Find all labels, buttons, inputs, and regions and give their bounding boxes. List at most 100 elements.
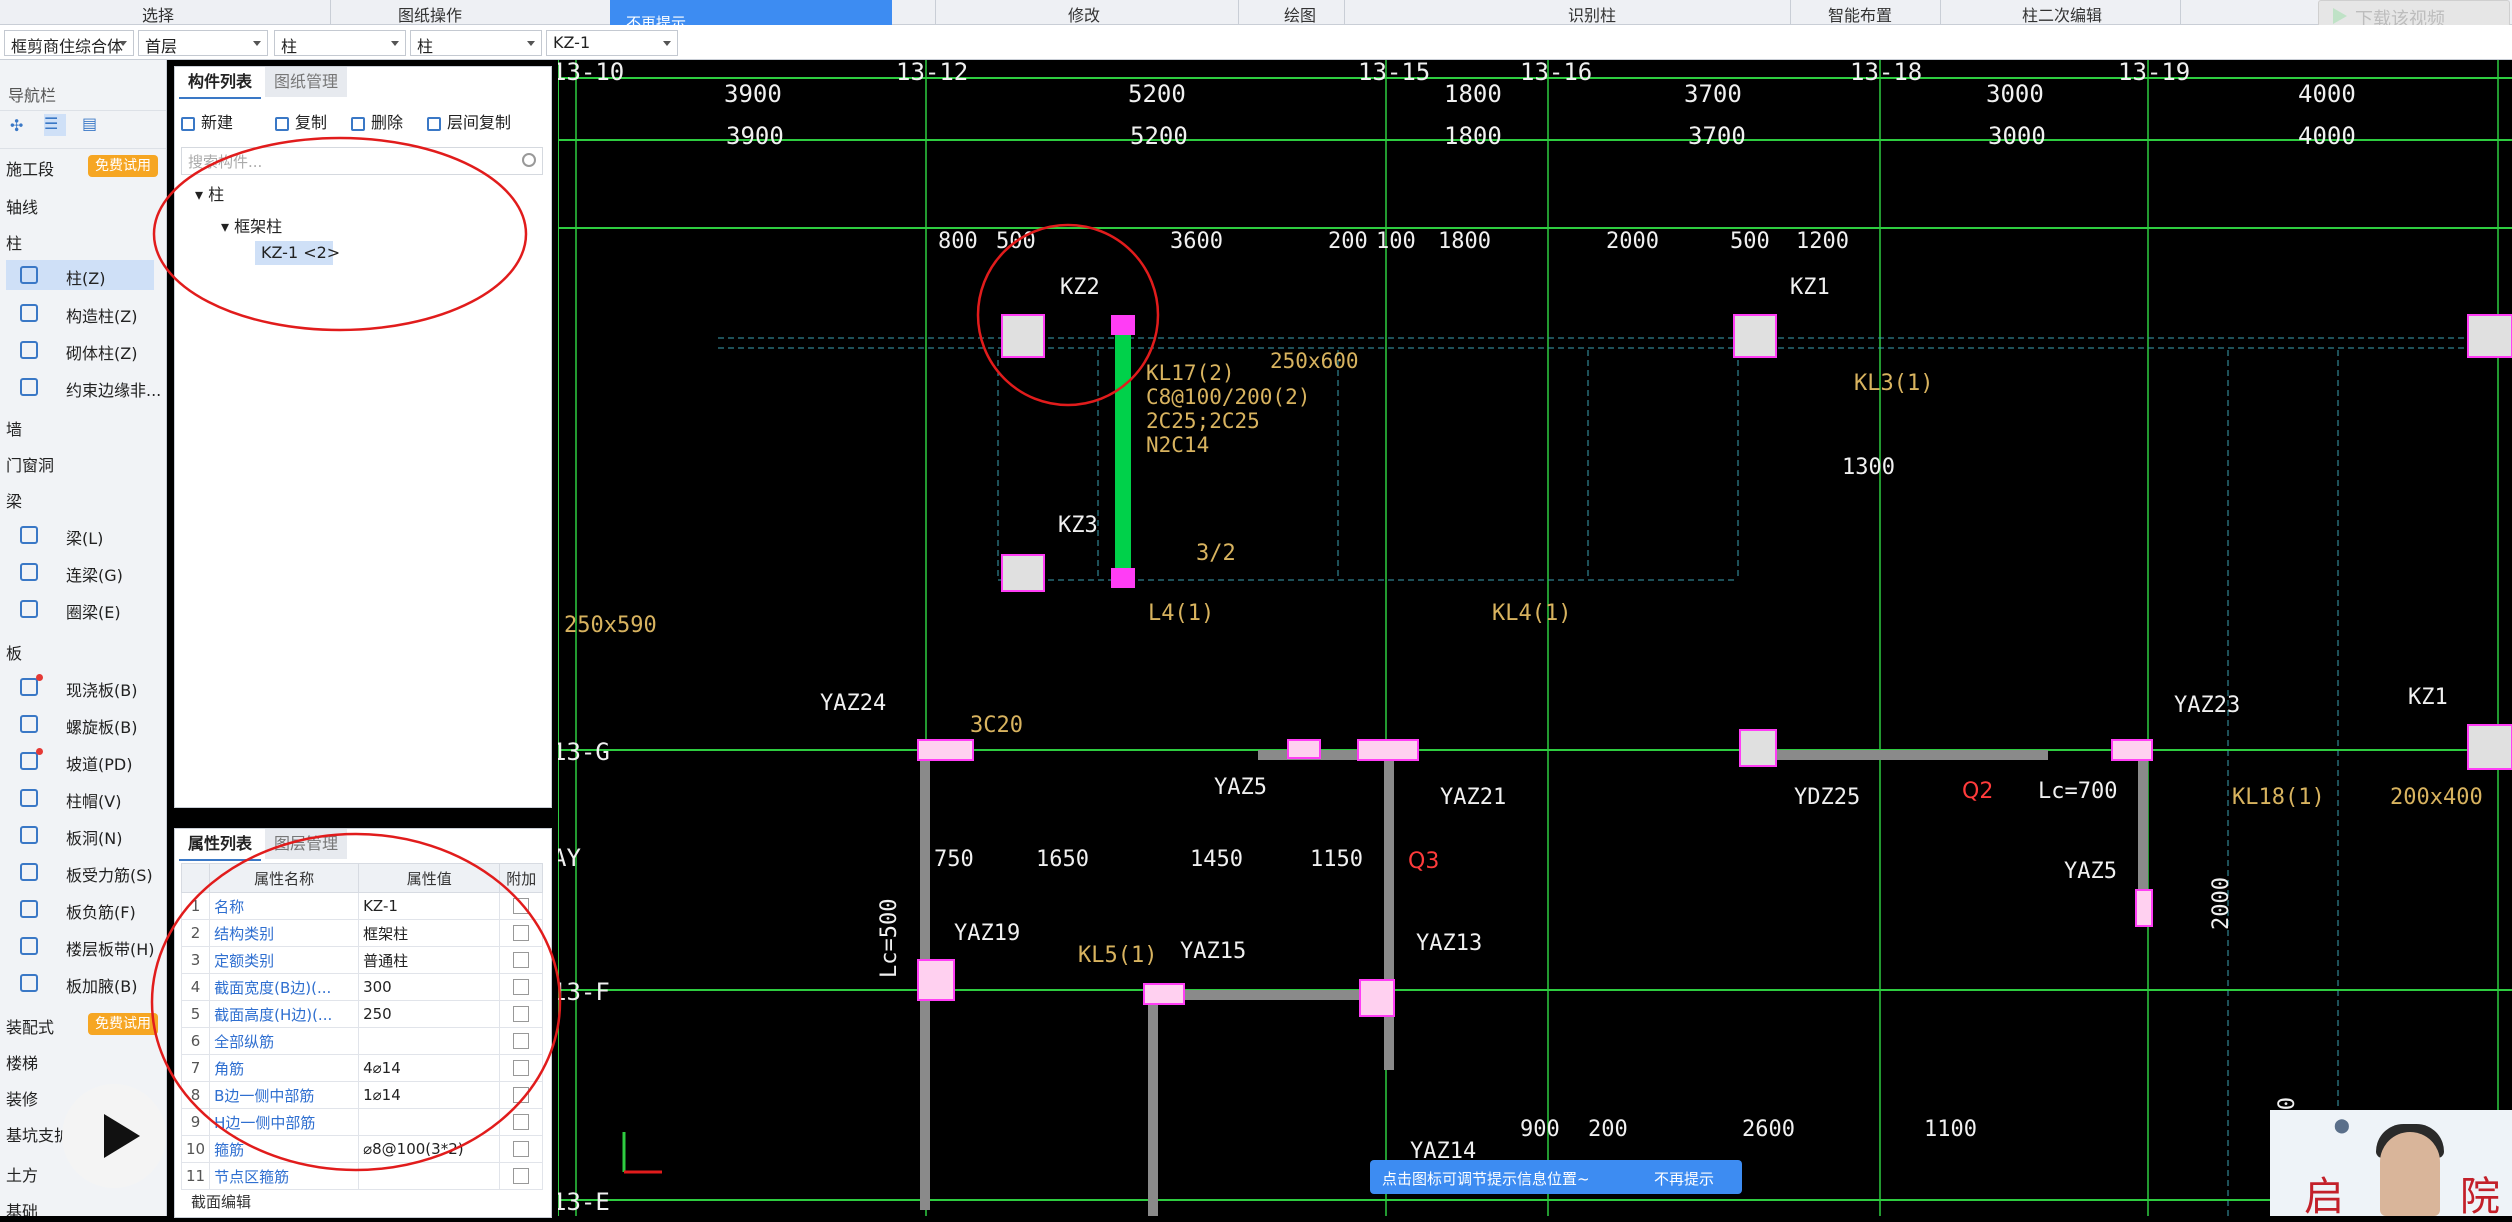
extra-checkbox[interactable]: [499, 1081, 543, 1109]
drawing-canvas[interactable]: 13-10 13-12 13-15 13-16 13-18 13-19 13-G…: [558, 60, 2512, 1216]
ribbon-modify[interactable]: 修改: [1068, 2, 1100, 26]
property-row[interactable]: 10 箍筋 ⌀8@100(3*2): [180, 1135, 543, 1163]
property-value[interactable]: [358, 1027, 501, 1055]
nav-item-constructional-column[interactable]: 构造柱(Z): [6, 298, 154, 328]
extra-checkbox[interactable]: [499, 973, 543, 1001]
nav-item-negative-rebar[interactable]: 板负筋(F): [6, 894, 154, 924]
property-row[interactable]: 8 B边一侧中部筋 1⌀14: [180, 1081, 543, 1109]
nav-item-beam[interactable]: 梁(L): [6, 520, 154, 550]
nav-item-slab-rebar[interactable]: 板受力筋(S): [6, 857, 154, 887]
section-edit-button[interactable]: 截面编辑: [191, 1191, 251, 1212]
detail-view-icon[interactable]: ▤: [82, 114, 97, 133]
nav-item-slab-hole[interactable]: 板洞(N): [6, 820, 154, 850]
property-value[interactable]: 250: [358, 1000, 501, 1028]
nav-cat-pit[interactable]: 基坑支护: [6, 1122, 70, 1146]
cad-drawing[interactable]: 13-10 13-12 13-15 13-16 13-18 13-19 13-G…: [558, 60, 2512, 1216]
column-kz3[interactable]: [1001, 554, 1045, 592]
wall-column[interactable]: [1143, 983, 1185, 1005]
property-value[interactable]: KZ-1: [358, 892, 501, 920]
nav-item-slab-haunch[interactable]: 板加腋(B): [6, 968, 154, 998]
list-view-icon[interactable]: ☰: [44, 114, 66, 136]
wall-column[interactable]: [1287, 739, 1321, 759]
beam-kl17[interactable]: [1115, 322, 1131, 578]
position-tip-banner[interactable]: 点击图标可调节提示信息位置~ 不再提示: [1370, 1160, 1742, 1194]
wall-column[interactable]: [1357, 739, 1419, 761]
tab-property-list[interactable]: 属性列表: [179, 829, 261, 861]
nav-item-edge-member[interactable]: 约束边缘非...: [6, 372, 161, 402]
nav-cat-earthwork[interactable]: 土方: [6, 1162, 38, 1186]
property-row[interactable]: 1 名称 KZ-1: [180, 892, 543, 920]
ribbon-drawing-ops[interactable]: 图纸操作: [398, 2, 462, 26]
floor-select[interactable]: 首层: [138, 30, 268, 56]
nav-cat-door[interactable]: 门窗洞: [6, 452, 54, 476]
extra-checkbox[interactable]: [499, 1054, 543, 1082]
trial-badge[interactable]: 免费试用: [88, 155, 158, 177]
column-kz1[interactable]: [2467, 314, 2512, 358]
wall-column[interactable]: [1359, 979, 1395, 1017]
tree-node-frame-column[interactable]: ▾ 框架柱: [221, 213, 282, 237]
wall-column[interactable]: [917, 739, 974, 761]
column-kz2[interactable]: [1001, 314, 1045, 358]
component-search-input[interactable]: 搜索构件...: [181, 147, 543, 175]
property-row[interactable]: 9 H边一侧中部筋: [180, 1108, 543, 1136]
nav-item-cast-slab[interactable]: 现浇板(B): [6, 672, 154, 702]
nav-cat-segment[interactable]: 施工段: [6, 156, 54, 180]
tab-layer-manage[interactable]: 图层管理: [265, 829, 347, 859]
nav-item-spiral-slab[interactable]: 螺旋板(B): [6, 709, 154, 739]
extra-checkbox[interactable]: [499, 1000, 543, 1028]
category-select[interactable]: 柱: [274, 30, 406, 56]
extra-checkbox[interactable]: [499, 1162, 543, 1190]
floor-copy-button[interactable]: 层间复制: [427, 109, 511, 133]
ribbon-column-edit[interactable]: 柱二次编辑: [2022, 2, 2102, 26]
extra-checkbox[interactable]: [499, 892, 543, 920]
property-value[interactable]: 1⌀14: [358, 1081, 501, 1109]
ribbon-draw[interactable]: 绘图: [1284, 2, 1316, 26]
column-selected[interactable]: [1111, 315, 1135, 335]
play-button[interactable]: [62, 1084, 166, 1188]
property-value[interactable]: 普通柱: [358, 946, 501, 974]
nav-cat-axis[interactable]: 轴线: [6, 194, 38, 218]
pin-icon[interactable]: ✣: [10, 116, 23, 135]
property-value[interactable]: 300: [358, 973, 501, 1001]
position-tip-dismiss[interactable]: 不再提示: [1654, 1168, 1714, 1189]
property-row[interactable]: 7 角筋 4⌀14: [180, 1054, 543, 1082]
column-selected[interactable]: [1111, 568, 1135, 588]
nav-cat-slab[interactable]: 板: [6, 640, 22, 664]
nav-item-ring-beam[interactable]: 圈梁(E): [6, 594, 154, 624]
property-value[interactable]: ⌀8@100(3*2): [358, 1135, 501, 1163]
nav-item-link-beam[interactable]: 连梁(G): [6, 557, 154, 587]
property-value[interactable]: 4⌀14: [358, 1054, 501, 1082]
ribbon-identify-column[interactable]: 识别柱: [1568, 2, 1616, 26]
nav-cat-beam[interactable]: 梁: [6, 488, 22, 512]
new-button[interactable]: 新建: [181, 109, 233, 133]
copy-button[interactable]: 复制: [275, 109, 327, 133]
component-select[interactable]: KZ-1: [546, 30, 678, 56]
ribbon-select[interactable]: 选择: [142, 2, 174, 26]
nav-cat-prefab[interactable]: 装配式: [6, 1014, 54, 1038]
nav-cat-foundation[interactable]: 基础: [6, 1198, 38, 1216]
column-kz1[interactable]: [2467, 724, 2512, 770]
property-value[interactable]: 框架柱: [358, 919, 501, 947]
nav-item-column-cap[interactable]: 柱帽(V): [6, 783, 154, 813]
nav-cat-column[interactable]: 柱: [6, 230, 22, 254]
extra-checkbox[interactable]: [499, 919, 543, 947]
tab-component-list[interactable]: 构件列表: [179, 67, 261, 99]
property-row[interactable]: 5 截面高度(H边)(... 250: [180, 1000, 543, 1028]
wall-column[interactable]: [2135, 889, 2153, 927]
property-value[interactable]: [358, 1108, 501, 1136]
nav-cat-wall[interactable]: 墙: [6, 416, 22, 440]
property-row[interactable]: 2 结构类别 框架柱: [180, 919, 543, 947]
tree-node-column[interactable]: ▾ 柱: [195, 181, 224, 205]
nav-cat-stairs[interactable]: 楼梯: [6, 1050, 38, 1074]
delete-button[interactable]: 删除: [351, 109, 403, 133]
wall-column[interactable]: [2111, 739, 2153, 761]
ribbon-smart-layout[interactable]: 智能布置: [1828, 2, 1892, 26]
property-row[interactable]: 4 截面宽度(B边)(... 300: [180, 973, 543, 1001]
tree-node-kz1[interactable]: KZ-1 <2>: [255, 241, 340, 265]
nav-item-slab-strip[interactable]: 楼层板带(H): [6, 931, 155, 961]
nav-item-masonry-column[interactable]: 砌体柱(Z): [6, 335, 154, 365]
property-row[interactable]: 11 节点区箍筋: [180, 1162, 543, 1190]
tab-drawing-manage[interactable]: 图纸管理: [265, 67, 347, 97]
extra-checkbox[interactable]: [499, 1027, 543, 1055]
nav-item-ramp[interactable]: 坡道(PD): [6, 746, 154, 776]
